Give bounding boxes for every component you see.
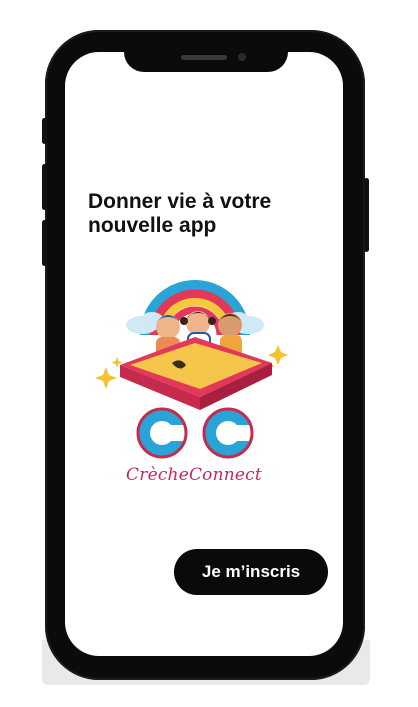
volume-up-button	[42, 164, 47, 210]
creche-connect-logo-icon	[95, 280, 288, 459]
stage: Donner vie à votre nouvelle app CrècheCo…	[0, 0, 418, 707]
brand-name: CrècheConnect	[126, 465, 262, 485]
page-title: Donner vie à votre nouvelle app	[88, 190, 272, 237]
silent-switch	[42, 118, 47, 144]
volume-down-button	[42, 220, 47, 266]
signup-button[interactable]: Je m’inscris	[174, 549, 328, 595]
front-camera	[238, 53, 246, 61]
speaker-grille	[181, 55, 227, 60]
power-button	[364, 178, 369, 252]
